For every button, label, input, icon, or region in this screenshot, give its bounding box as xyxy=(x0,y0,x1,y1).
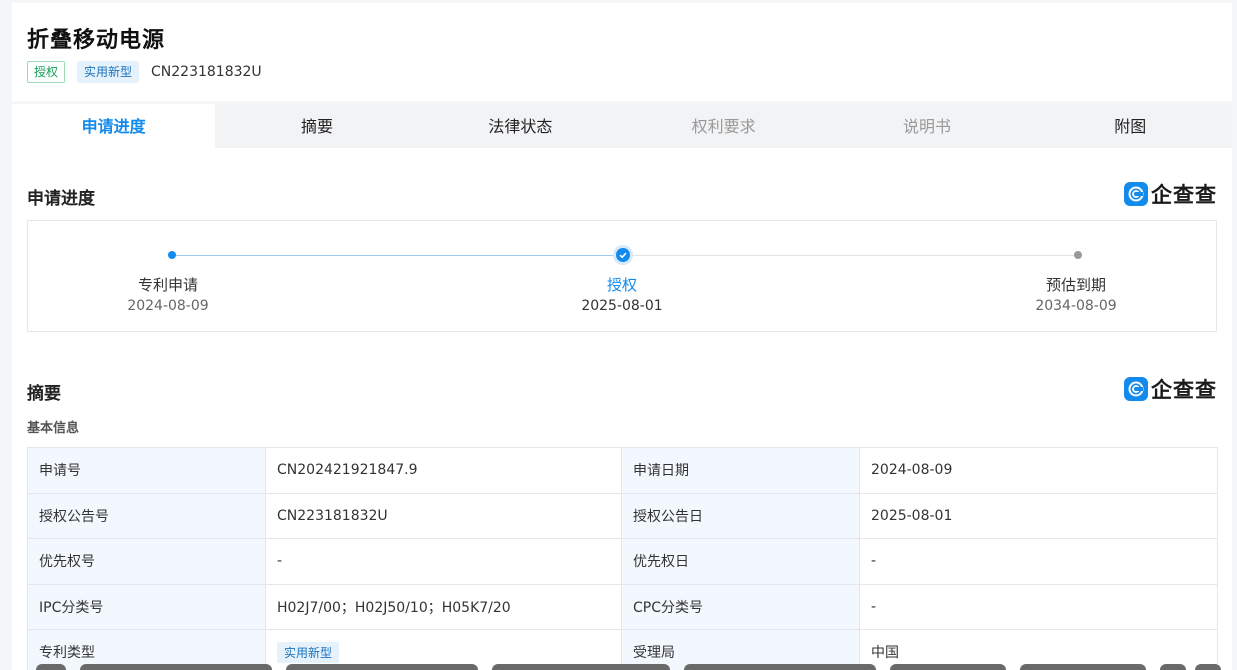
field-label: CPC分类号 xyxy=(621,583,860,630)
basic-info-subtitle: 基本信息 xyxy=(27,421,80,436)
brand-name: 企查查 xyxy=(1151,378,1217,402)
table-row: 授权公告号 CN223181832U 授权公告日 2025-08-01 xyxy=(27,492,1218,539)
step-label: 预估到期 xyxy=(1045,276,1106,294)
step-date: 2034-08-09 xyxy=(1035,298,1117,314)
patent-header: 折叠移动电源 授权 实用新型 CN223181832U xyxy=(12,3,1232,101)
progress-section-title: 申请进度 xyxy=(27,189,95,209)
step-check-icon xyxy=(616,248,630,262)
tab-application-progress[interactable]: 申请进度 xyxy=(12,104,216,148)
bottom-pill[interactable] xyxy=(286,664,478,670)
patent-type-badge: 实用新型 xyxy=(77,61,140,83)
bottom-pill[interactable] xyxy=(80,664,272,670)
qcc-logo-icon xyxy=(1124,182,1148,206)
bottom-pill[interactable] xyxy=(492,664,670,670)
bottom-pill[interactable] xyxy=(1160,664,1186,670)
table-row: 优先权号 - 优先权日 - xyxy=(27,538,1218,585)
bottom-pill[interactable] xyxy=(1195,664,1221,670)
field-value: - xyxy=(859,538,1218,585)
patent-title: 折叠移动电源 xyxy=(27,28,166,53)
step-label: 专利申请 xyxy=(137,276,198,294)
brand-logo[interactable]: 企查查 xyxy=(1124,376,1217,402)
bottom-pill[interactable] xyxy=(890,664,1006,670)
table-row: 申请号 CN202421921847.9 申请日期 2024-08-09 xyxy=(27,447,1218,494)
tab-drawings[interactable]: 附图 xyxy=(1029,104,1232,148)
field-label: IPC分类号 xyxy=(27,583,266,630)
field-value: - xyxy=(265,538,622,585)
timeline-connector-pending xyxy=(630,255,1080,256)
step-dot-icon xyxy=(168,251,176,259)
field-label: 授权公告日 xyxy=(621,492,860,539)
progress-timeline: 专利申请 2024-08-09 授权 2025-08-01 预估到期 2034-… xyxy=(27,220,1217,332)
step-dot-icon xyxy=(1074,251,1082,259)
timeline-connector-done xyxy=(173,255,623,256)
bottom-pill[interactable] xyxy=(36,664,66,670)
qcc-logo-icon xyxy=(1124,377,1148,401)
patent-detail-page: 折叠移动电源 授权 实用新型 CN223181832U 申请进度 摘要 法律状态… xyxy=(0,0,1237,670)
abstract-section-title: 摘要 xyxy=(27,384,61,404)
step-date: 2024-08-09 xyxy=(127,298,209,314)
field-value: - xyxy=(859,583,1218,630)
tab-bar: 申请进度 摘要 法律状态 权利要求 说明书 附图 xyxy=(12,104,1232,148)
field-value: 2024-08-09 xyxy=(859,447,1218,494)
field-value: 2025-08-01 xyxy=(859,492,1218,539)
field-label: 优先权日 xyxy=(621,538,860,585)
field-label: 优先权号 xyxy=(27,538,266,585)
tab-claims[interactable]: 权利要求 xyxy=(622,104,825,148)
basic-info-table: 申请号 CN202421921847.9 申请日期 2024-08-09 授权公… xyxy=(27,447,1218,670)
tab-legal-status[interactable]: 法律状态 xyxy=(419,104,622,148)
brand-logo[interactable]: 企查查 xyxy=(1124,181,1217,207)
publication-number: CN223181832U xyxy=(151,64,262,80)
bottom-pill[interactable] xyxy=(1020,664,1146,670)
field-value: CN223181832U xyxy=(265,492,622,539)
brand-name: 企查查 xyxy=(1151,183,1217,207)
table-row: IPC分类号 H02J7/00；H02J50/10；H05K7/20 CPC分类… xyxy=(27,583,1218,630)
step-label: 授权 xyxy=(606,276,637,294)
bottom-overlay-bar xyxy=(0,664,1237,670)
field-label: 申请日期 xyxy=(621,447,860,494)
status-badge: 授权 xyxy=(27,61,66,83)
bottom-pill[interactable] xyxy=(684,664,876,670)
field-label: 授权公告号 xyxy=(27,492,266,539)
field-label: 申请号 xyxy=(27,447,266,494)
patent-type-badge: 实用新型 xyxy=(277,641,340,663)
tab-abstract[interactable]: 摘要 xyxy=(215,104,418,148)
field-value: H02J7/00；H02J50/10；H05K7/20 xyxy=(265,583,622,630)
step-date: 2025-08-01 xyxy=(581,298,663,314)
field-value: CN202421921847.9 xyxy=(265,447,622,494)
main-content: 申请进度 企查查 专利申请 2024-08-09 授权 2025-08-01 预… xyxy=(12,148,1232,670)
tab-description[interactable]: 说明书 xyxy=(825,104,1028,148)
